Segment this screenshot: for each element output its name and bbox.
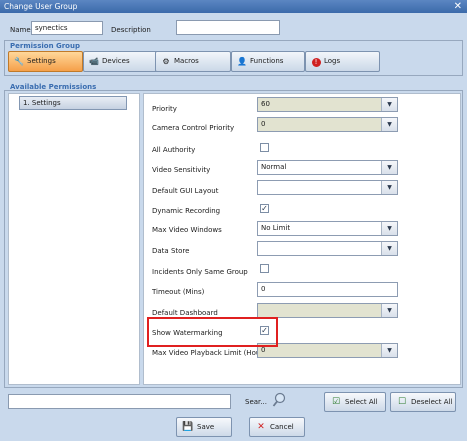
name-label: Name bbox=[10, 26, 31, 34]
cancel-icon: ✕ bbox=[257, 422, 265, 432]
search-icon[interactable] bbox=[272, 391, 286, 409]
gears-icon: ⚙ bbox=[162, 57, 170, 66]
incidents-only-same-group-label: Incidents Only Same Group bbox=[152, 268, 248, 276]
window-title: Change User Group bbox=[4, 2, 78, 11]
timeout-input[interactable]: 0 bbox=[257, 282, 398, 297]
camera-control-priority-value: 0 bbox=[261, 120, 266, 128]
tab-devices[interactable]: 📹 Devices bbox=[83, 51, 158, 72]
max-video-windows-label: Max Video Windows bbox=[152, 226, 222, 234]
data-store-dropdown[interactable]: ▼ bbox=[257, 241, 398, 256]
default-gui-layout-label: Default GUI Layout bbox=[152, 187, 219, 195]
tab-settings-label: Settings bbox=[27, 57, 56, 65]
chevron-down-icon: ▼ bbox=[381, 344, 397, 357]
camera-icon: 📹 bbox=[89, 57, 99, 66]
data-store-label: Data Store bbox=[152, 247, 190, 255]
max-video-windows-dropdown[interactable]: No Limit ▼ bbox=[257, 221, 398, 236]
save-icon: 💾 bbox=[182, 422, 194, 432]
incidents-only-same-group-checkbox[interactable] bbox=[260, 264, 269, 273]
deselect-all-label: Deselect All bbox=[411, 398, 453, 406]
video-sensitivity-dropdown[interactable]: Normal ▼ bbox=[257, 160, 398, 175]
timeout-label: Timeout (Mins) bbox=[152, 288, 205, 296]
priority-label: Priority bbox=[152, 105, 177, 113]
chevron-down-icon: ▼ bbox=[381, 242, 397, 255]
default-dashboard-dropdown[interactable]: ▼ bbox=[257, 303, 398, 318]
camera-control-priority-dropdown[interactable]: 0 ▼ bbox=[257, 117, 398, 132]
all-authority-checkbox[interactable] bbox=[260, 143, 269, 152]
list-item[interactable]: 1. Settings bbox=[19, 96, 127, 110]
description-input[interactable] bbox=[176, 20, 280, 35]
chevron-down-icon: ▼ bbox=[381, 222, 397, 235]
video-sensitivity-value: Normal bbox=[261, 163, 287, 171]
chevron-down-icon: ▼ bbox=[381, 118, 397, 131]
all-authority-label: All Authority bbox=[152, 146, 196, 154]
tab-macros-label: Macros bbox=[174, 57, 199, 65]
stop-icon: ! bbox=[310, 56, 322, 67]
tab-functions[interactable]: 👤 Functions bbox=[231, 51, 305, 72]
description-label: Description bbox=[111, 26, 151, 34]
max-video-playback-limit-label: Max Video Playback Limit (Hours) bbox=[152, 349, 270, 357]
priority-value: 60 bbox=[261, 100, 270, 108]
save-button[interactable]: 💾 Save bbox=[176, 417, 232, 437]
cancel-label: Cancel bbox=[270, 423, 294, 431]
user-key-icon: 👤 bbox=[237, 57, 247, 66]
timeout-value: 0 bbox=[261, 285, 266, 293]
permission-group-title: Permission Group bbox=[10, 42, 80, 50]
tab-settings[interactable]: 🔧 Settings bbox=[8, 51, 83, 72]
chevron-down-icon: ▼ bbox=[381, 181, 397, 194]
tab-logs-label: Logs bbox=[324, 57, 341, 65]
deselect-all-icon: ☐ bbox=[397, 397, 407, 407]
default-dashboard-label: Default Dashboard bbox=[152, 309, 218, 317]
dynamic-recording-label: Dynamic Recording bbox=[152, 207, 221, 215]
select-all-label: Select All bbox=[345, 398, 378, 406]
name-input[interactable]: synectics bbox=[31, 21, 103, 35]
video-sensitivity-label: Video Sensitivity bbox=[152, 166, 211, 174]
search-input[interactable] bbox=[8, 394, 231, 409]
select-all-button[interactable]: ☑ Select All bbox=[324, 392, 386, 412]
max-video-windows-value: No Limit bbox=[261, 224, 291, 232]
tab-logs[interactable]: ! Logs bbox=[305, 51, 380, 72]
save-label: Save bbox=[197, 423, 215, 431]
tab-macros[interactable]: ⚙ Macros bbox=[155, 51, 231, 72]
title-bar: Change User Group ✕ bbox=[0, 0, 467, 13]
camera-control-priority-label: Camera Control Priority bbox=[152, 124, 235, 132]
cancel-button[interactable]: ✕ Cancel bbox=[249, 417, 305, 437]
tab-devices-label: Devices bbox=[102, 57, 130, 65]
tab-functions-label: Functions bbox=[250, 57, 284, 65]
chevron-down-icon: ▼ bbox=[381, 304, 397, 317]
close-icon[interactable]: ✕ bbox=[454, 0, 462, 13]
priority-dropdown[interactable]: 60 ▼ bbox=[257, 97, 398, 112]
deselect-all-button[interactable]: ☐ Deselect All bbox=[390, 392, 456, 412]
default-gui-layout-dropdown[interactable]: ▼ bbox=[257, 180, 398, 195]
wrench-icon: 🔧 bbox=[14, 57, 24, 66]
chevron-down-icon: ▼ bbox=[381, 161, 397, 174]
watermarking-highlight bbox=[147, 317, 278, 347]
max-video-playback-limit-dropdown[interactable]: 0 ▼ bbox=[257, 343, 398, 358]
search-label: Sear... bbox=[245, 398, 267, 406]
select-all-icon: ☑ bbox=[331, 397, 341, 407]
dynamic-recording-checkbox[interactable]: ✓ bbox=[260, 204, 269, 213]
chevron-down-icon: ▼ bbox=[381, 98, 397, 111]
permission-list bbox=[8, 93, 140, 385]
